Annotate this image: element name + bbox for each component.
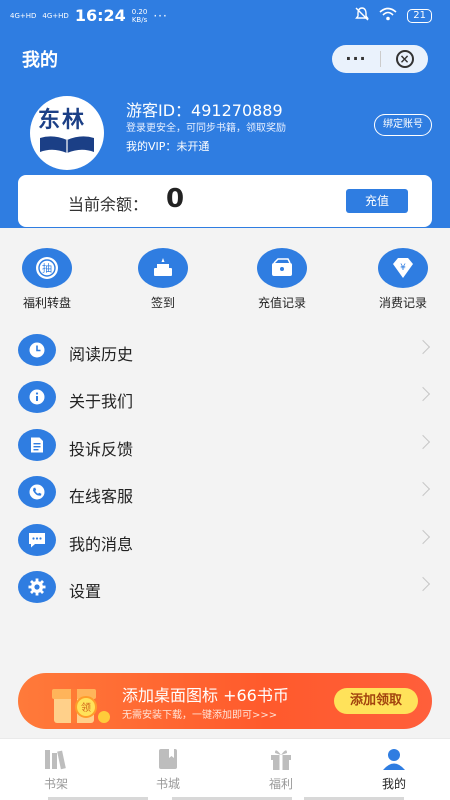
menu-item-about-us[interactable]: 关于我们 xyxy=(0,373,450,420)
close-button[interactable]: × xyxy=(381,50,428,68)
quick-item-checkin[interactable]: 签到 xyxy=(118,248,208,311)
menu-item-feedback[interactable]: 投诉反馈 xyxy=(0,421,450,468)
network-speed: 0.20 KB/s xyxy=(132,8,148,24)
gift-coin-text: 领 xyxy=(81,701,91,714)
add-claim-button[interactable]: 添加领取 xyxy=(334,688,418,714)
mute-icon xyxy=(355,7,370,25)
phone-icon xyxy=(18,476,56,509)
tab-label: 福利 xyxy=(268,777,293,791)
wallet-icon xyxy=(257,248,307,288)
chevron-right-icon xyxy=(415,387,431,402)
chevron-right-icon xyxy=(415,482,431,497)
user-id: 游客ID：491270889 xyxy=(126,101,283,120)
chevron-right-icon xyxy=(415,529,431,544)
page-title: 我的 xyxy=(22,50,58,71)
chevron-right-icon xyxy=(415,339,431,355)
more-options-button[interactable]: ··· xyxy=(332,45,380,73)
banner-subtitle: 无需安装下载，一键添加即可>>> xyxy=(122,710,278,721)
quick-item-consumption-record[interactable]: ¥ 消费记录 xyxy=(358,248,448,311)
chevron-right-icon xyxy=(415,576,431,592)
balance-amount: 0 xyxy=(166,184,185,214)
tab-welfare[interactable]: 福利 xyxy=(225,745,337,792)
quick-item-recharge-record[interactable]: 充值记录 xyxy=(237,248,327,311)
menu-item-settings[interactable]: 设置 xyxy=(0,563,450,610)
svg-text:¥: ¥ xyxy=(400,263,406,273)
menu-item-reading-history[interactable]: 阅读历史 xyxy=(0,326,450,373)
signal-indicator-2: 4G+HD xyxy=(42,11,69,20)
recharge-button[interactable]: 充值 xyxy=(346,189,408,213)
menu-item-label: 阅读历史 xyxy=(69,345,134,364)
user-icon xyxy=(379,745,409,773)
status-bar: 4G+HD 4G+HD 16:24 0.20 KB/s ··· 21 xyxy=(0,0,450,32)
profile-section: 东林 游客ID：491270889 登录更安全，可同步书籍，领取奖励 我的VIP… xyxy=(0,88,450,178)
quick-item-label: 消费记录 xyxy=(378,296,427,310)
title-bar: 我的 ··· × xyxy=(0,40,450,76)
network-speed-value: 0.20 xyxy=(131,7,148,16)
tab-label: 书架 xyxy=(43,777,68,791)
menu-item-label: 在线客服 xyxy=(69,487,134,507)
document-icon xyxy=(18,428,56,461)
balance-card: 当前余额： 0 充值 xyxy=(18,175,432,227)
banner-title: 添加桌面图标 +66书币 xyxy=(122,686,289,705)
yen-diamond-icon: ¥ xyxy=(378,248,428,288)
tab-label: 我的 xyxy=(381,777,406,791)
quick-item-label: 福利转盘 xyxy=(22,296,71,310)
menu-item-customer-service[interactable]: 在线客服 xyxy=(0,468,450,515)
tab-bookshelf[interactable]: 书架 xyxy=(0,745,112,792)
bind-account-button[interactable]: 绑定账号 xyxy=(374,114,432,136)
tab-label: 书城 xyxy=(155,777,180,791)
tab-mine[interactable]: 我的 xyxy=(338,745,450,792)
menu-list: 阅读历史 关于我们 投诉反馈 在线客服 我的消息 设置 xyxy=(0,326,450,610)
book-logo-icon xyxy=(40,136,94,153)
vip-status: 我的VIP：未开通 xyxy=(126,140,210,153)
gift-coin-icon: 领 xyxy=(52,689,110,723)
menu-item-label: 投诉反馈 xyxy=(69,439,134,459)
gift-icon xyxy=(266,745,296,773)
info-icon xyxy=(18,381,56,414)
avatar[interactable]: 东林 xyxy=(30,96,104,170)
wifi-icon xyxy=(379,7,397,25)
quick-item-lottery[interactable]: 抽 福利转盘 xyxy=(2,248,92,311)
balance-label: 当前余额： xyxy=(68,195,149,214)
menu-item-label: 设置 xyxy=(69,581,102,601)
quick-actions: 抽 福利转盘 签到 充值记录 ¥ 消费记录 xyxy=(0,248,450,318)
menu-item-label: 关于我们 xyxy=(69,392,134,412)
book-icon xyxy=(153,745,183,773)
avatar-logo-text: 东林 xyxy=(38,107,87,133)
signal-indicator-1: 4G+HD xyxy=(10,11,37,20)
quick-item-label: 签到 xyxy=(150,296,175,310)
bookshelf-icon xyxy=(41,745,71,773)
close-icon: × xyxy=(395,50,414,68)
mini-program-capsule: ··· × xyxy=(332,45,428,73)
add-desktop-banner[interactable]: 领 添加桌面图标 +66书币 无需安装下载，一键添加即可>>> 添加领取 xyxy=(18,673,432,729)
status-time: 16:24 xyxy=(74,6,126,25)
network-speed-unit: KB/s xyxy=(131,15,148,24)
menu-item-label: 我的消息 xyxy=(69,534,134,554)
bottom-tab-bar: 书架 书城 福利 我的 xyxy=(0,738,450,800)
checkin-cake-icon xyxy=(138,248,188,288)
battery-indicator: 21 xyxy=(407,9,432,23)
svg-text:抽: 抽 xyxy=(42,262,52,275)
quick-item-label: 充值记录 xyxy=(257,296,306,310)
status-more-dots: ··· xyxy=(153,8,168,23)
gear-icon xyxy=(18,570,56,603)
menu-item-messages[interactable]: 我的消息 xyxy=(0,516,450,563)
chat-icon xyxy=(18,523,56,556)
lottery-icon: 抽 xyxy=(22,248,72,288)
tab-bookstore[interactable]: 书城 xyxy=(112,745,224,792)
chevron-right-icon xyxy=(415,434,431,449)
clock-icon xyxy=(18,334,56,366)
login-tip: 登录更安全，可同步书籍，领取奖励 xyxy=(126,123,286,134)
